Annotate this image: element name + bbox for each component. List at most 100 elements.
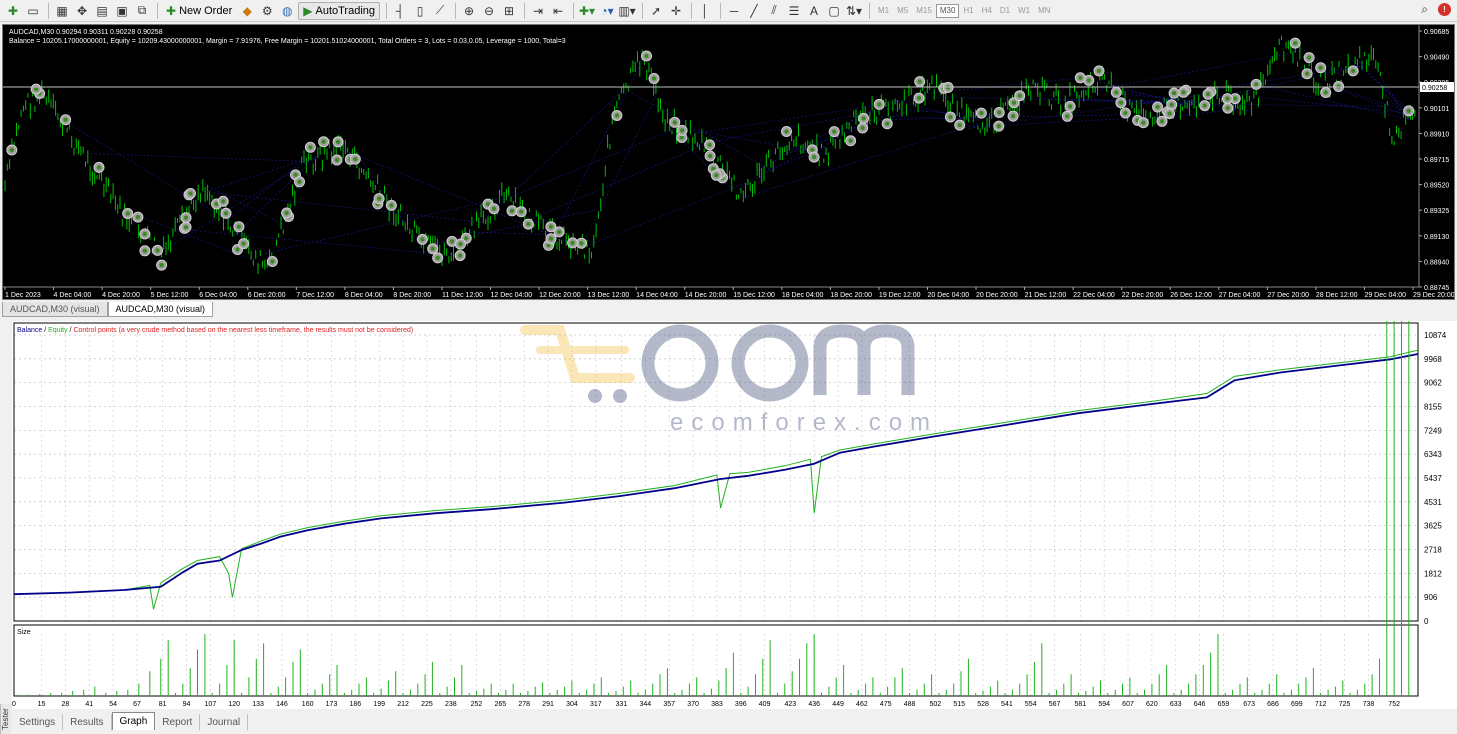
new-order-button[interactable]: ✚ New Order <box>162 2 236 20</box>
bar-chart-icon[interactable]: ┤ <box>391 2 409 20</box>
order-marker-dot <box>1293 40 1298 46</box>
line-chart-icon[interactable]: ⟋ <box>431 2 449 20</box>
order-marker-dot <box>811 154 817 160</box>
price-tick-label: 0.89130 <box>1424 234 1449 241</box>
timeframe-h4[interactable]: H4 <box>978 4 996 18</box>
x-tick-label: 225 <box>421 701 433 708</box>
fibonacci-icon[interactable]: ☰ <box>785 2 803 20</box>
horizontal-line-icon[interactable]: ─ <box>725 2 743 20</box>
zoom-out-icon[interactable]: ⊖ <box>480 2 498 20</box>
strategy-tester-icon[interactable]: ⧉ <box>133 2 151 20</box>
tab-settings[interactable]: Settings <box>12 714 64 730</box>
x-tick-label: 107 <box>205 701 217 708</box>
order-marker-dot <box>861 116 866 121</box>
time-tick-label: 1 Dec 2023 <box>5 292 41 299</box>
tester-side-label[interactable]: Tester <box>0 704 11 734</box>
navigator-icon[interactable]: ✥ <box>73 2 91 20</box>
trade-line <box>1379 88 1410 120</box>
indicators-icon[interactable]: ✚▾ <box>578 2 596 20</box>
tile-windows-icon[interactable]: ⊞ <box>500 2 518 20</box>
x-tick-label: 265 <box>495 701 507 708</box>
timeframe-m30[interactable]: M30 <box>935 3 960 18</box>
templates-icon[interactable]: ▥▾ <box>618 2 636 20</box>
globe-icon[interactable]: ◍ <box>278 2 296 20</box>
order-marker-dot <box>270 259 275 264</box>
tab-report[interactable]: Report <box>155 714 201 730</box>
periods-icon[interactable]: ◔▾ <box>598 2 616 20</box>
tab-results[interactable]: Results <box>63 714 112 730</box>
order-marker-dot <box>159 262 164 268</box>
time-tick-label: 20 Dec 20:00 <box>976 292 1018 299</box>
profiles-icon[interactable]: ▭ <box>24 2 42 20</box>
cursor-icon[interactable]: ➚ <box>647 2 665 20</box>
trade-lines <box>55 39 1410 262</box>
timeframe-mn[interactable]: MN <box>1034 4 1054 18</box>
x-tick-label: 212 <box>397 701 409 708</box>
order-marker-dot <box>1114 90 1119 95</box>
order-marker-dot <box>1304 71 1310 76</box>
x-tick-label: 344 <box>639 701 651 708</box>
timeframe-d1[interactable]: D1 <box>996 4 1014 18</box>
arrows-icon[interactable]: ⇅▾ <box>845 2 863 20</box>
metaeditor-icon[interactable]: ◆ <box>238 2 256 20</box>
order-marker-dot <box>376 196 382 201</box>
order-marker-dot <box>948 114 953 120</box>
vertical-line-icon[interactable]: │ <box>696 2 714 20</box>
search-icon[interactable]: ⌕ <box>1421 2 1428 17</box>
x-tick-label: 541 <box>1001 701 1013 708</box>
chart-tab[interactable]: AUDCAD,M30 (visual) <box>107 302 214 317</box>
timeframe-m5[interactable]: M5 <box>893 4 912 18</box>
terminal-icon[interactable]: ▣ <box>113 2 131 20</box>
timeframe-m1[interactable]: M1 <box>874 4 893 18</box>
order-marker-dot <box>556 229 562 235</box>
price-tick-label: 0.88940 <box>1424 259 1449 266</box>
trendline-icon[interactable]: ╱ <box>745 2 763 20</box>
order-marker-dot <box>1233 96 1238 101</box>
time-tick-label: 19 Dec 12:00 <box>879 292 921 299</box>
data-window-icon[interactable]: ▤ <box>93 2 111 20</box>
crosshair-icon[interactable]: ✛ <box>667 2 685 20</box>
x-tick-label: 581 <box>1074 701 1086 708</box>
timeframe-h1[interactable]: H1 <box>959 4 977 18</box>
x-tick-label: 54 <box>109 701 117 708</box>
order-marker-dot <box>570 240 575 246</box>
y-tick-label: 3625 <box>1424 522 1442 531</box>
x-tick-label: 594 <box>1098 701 1110 708</box>
x-tick-label: 607 <box>1122 701 1134 708</box>
chart-account-line: Balance = 10205.17000000001, Equity = 10… <box>9 38 566 45</box>
x-tick-label: 725 <box>1339 701 1351 708</box>
order-marker-dot <box>1318 65 1323 70</box>
candlestick-icon[interactable]: ▯ <box>411 2 429 20</box>
order-marker-dot <box>714 173 719 178</box>
text-icon[interactable]: A <box>805 2 823 20</box>
zoom-in-icon[interactable]: ⊕ <box>460 2 478 20</box>
order-marker-dot <box>223 211 229 216</box>
x-tick-label: 0 <box>12 701 16 708</box>
x-tick-label: 528 <box>977 701 989 708</box>
order-marker-dot <box>1096 68 1102 74</box>
autoscroll-icon[interactable]: ⇥ <box>529 2 547 20</box>
chart-shift-icon[interactable]: ⇤ <box>549 2 567 20</box>
x-tick-label: 409 <box>759 701 771 708</box>
equidistant-channel-icon[interactable]: ⫽ <box>765 2 783 20</box>
text-label-icon[interactable]: ▢ <box>825 2 843 20</box>
new-chart-icon[interactable]: ✚ <box>4 2 22 20</box>
timeframe-m15[interactable]: M15 <box>912 4 936 18</box>
order-marker-dot <box>1323 90 1328 95</box>
order-marker-dot <box>221 199 226 204</box>
tab-journal[interactable]: Journal <box>200 714 249 730</box>
market-watch-icon[interactable]: ▦ <box>53 2 71 20</box>
autotrading-button[interactable]: ▶ AutoTrading <box>298 1 381 20</box>
trade-line <box>528 143 707 220</box>
notifications-icon[interactable]: ! <box>1438 3 1451 16</box>
timeframe-w1[interactable]: W1 <box>1014 4 1034 18</box>
chart-tab[interactable]: AUDCAD,M30 (visual) <box>2 302 108 317</box>
y-tick-label: 0 <box>1424 617 1429 626</box>
order-marker-dot <box>707 142 712 148</box>
price-tick-label: 0.90490 <box>1424 55 1449 62</box>
time-tick-label: 7 Dec 12:00 <box>296 292 334 299</box>
price-chart[interactable]: 0.906850.904900.902950.901010.899100.897… <box>2 24 1455 300</box>
order-marker-dot <box>526 221 531 227</box>
options-icon[interactable]: ⚙ <box>258 2 276 20</box>
tab-graph[interactable]: Graph <box>111 712 156 730</box>
